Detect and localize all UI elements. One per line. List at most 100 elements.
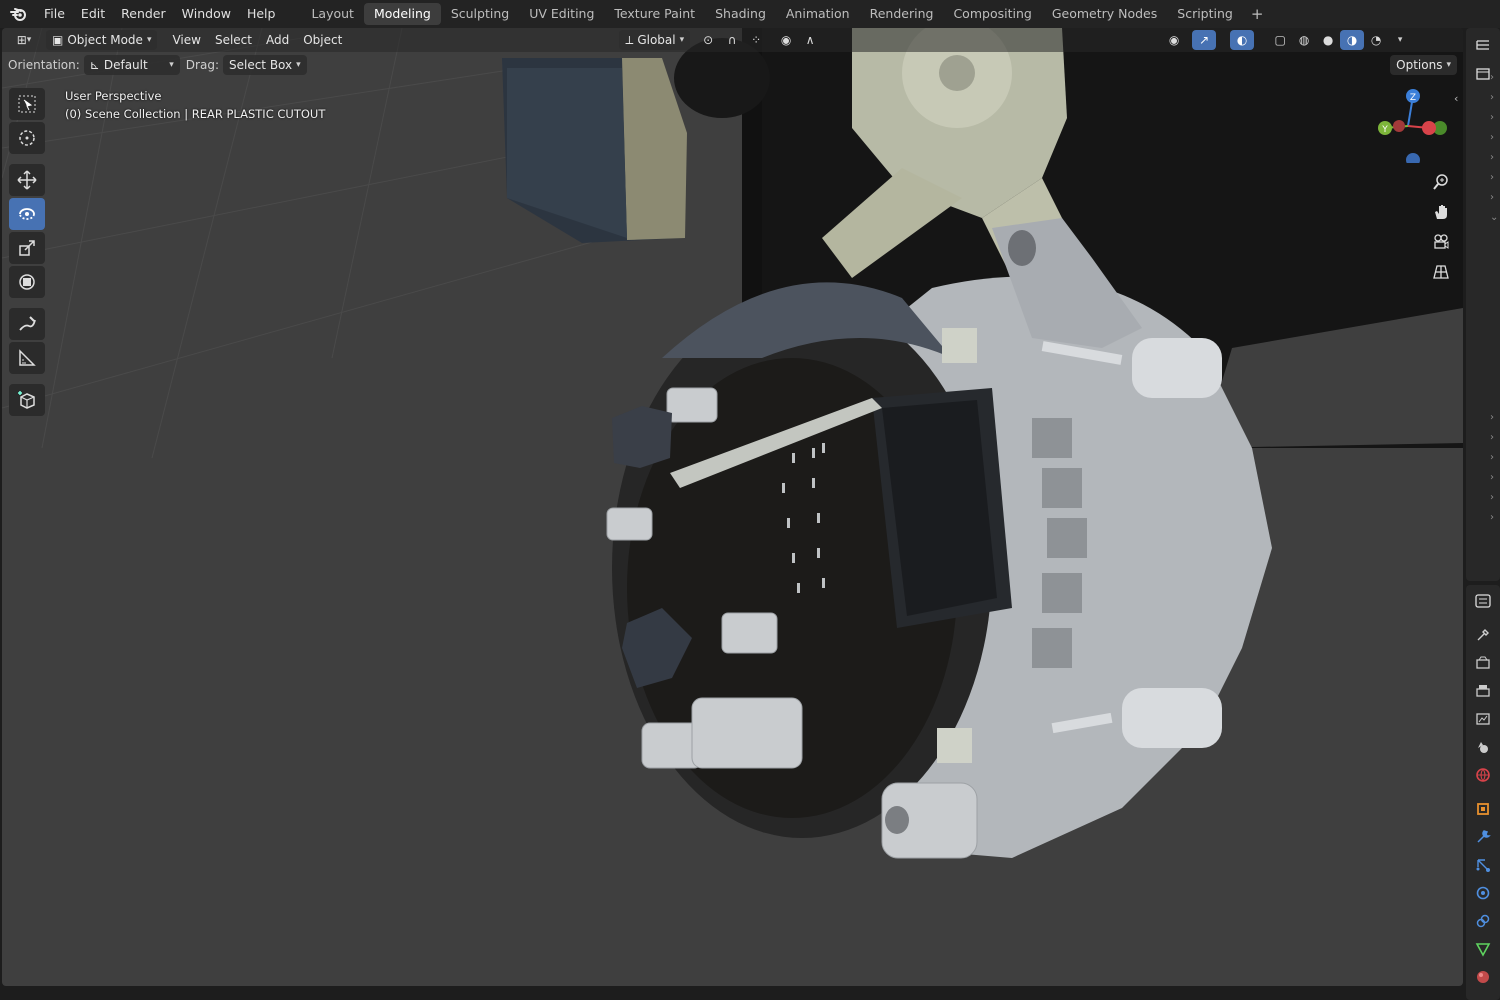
cursor-icon[interactable]: [9, 122, 45, 154]
chevron-down-icon: ▾: [169, 60, 174, 70]
scale-icon[interactable]: [9, 232, 45, 264]
viewport-header: ⊞ ▾ ▣ Object Mode ▾ View Select Add Objec…: [2, 28, 1463, 52]
orientation-value: Default: [103, 58, 148, 72]
shading-options-icon[interactable]: ▾: [1388, 30, 1412, 50]
orientation-field-label: Orientation:: [8, 58, 80, 72]
falloff-icon[interactable]: ∧: [798, 30, 822, 50]
scene-render: [2, 28, 1463, 859]
pivot-point-icon[interactable]: ⊙: [696, 30, 720, 50]
tab-sculpting[interactable]: Sculpting: [441, 3, 519, 25]
gizmo-toggle-icon[interactable]: ↗: [1192, 30, 1217, 50]
camera-view-icon[interactable]: [1427, 228, 1455, 256]
mode-label: Object Mode: [67, 33, 143, 47]
orientation-icon: ⟂: [625, 33, 634, 47]
material-shading-icon[interactable]: ◑: [1340, 30, 1365, 50]
tab-modeling[interactable]: Modeling: [363, 3, 441, 25]
tool-shelf: [9, 86, 49, 418]
chevron-down-icon: ▾: [296, 60, 301, 70]
tab-shading[interactable]: Shading: [705, 3, 776, 25]
menu-help[interactable]: Help: [239, 3, 284, 25]
constraints-properties-icon[interactable]: [1468, 907, 1498, 935]
menu-add[interactable]: Add: [259, 30, 296, 50]
physics-properties-icon[interactable]: [1468, 879, 1498, 907]
measure-icon[interactable]: [9, 342, 45, 374]
tool-properties-icon[interactable]: [1468, 621, 1498, 649]
pan-hand-icon[interactable]: [1427, 198, 1455, 226]
add-workspace-icon[interactable]: +: [1243, 5, 1272, 23]
menu-file[interactable]: File: [36, 3, 73, 25]
outliner-expand-arrows: › › › › › › › ⌄ › › › › › ›: [1490, 72, 1499, 523]
tab-texture-paint[interactable]: Texture Paint: [604, 3, 705, 25]
3d-viewport[interactable]: ⊞ ▾ ▣ Object Mode ▾ View Select Add Objec…: [2, 28, 1463, 986]
xray-icon[interactable]: ▢: [1268, 30, 1292, 50]
properties-editor-icon[interactable]: [1468, 587, 1498, 615]
object-properties-icon[interactable]: [1468, 795, 1498, 823]
navigation-gizmo[interactable]: Z Y: [1372, 83, 1452, 167]
tab-compositing[interactable]: Compositing: [943, 3, 1041, 25]
drag-field-label: Drag:: [185, 58, 219, 72]
status-bar: [0, 988, 1465, 1000]
tab-animation[interactable]: Animation: [776, 3, 860, 25]
collapse-sidebar-icon[interactable]: ‹: [1454, 92, 1458, 105]
snap-target-icon[interactable]: ⁘: [744, 30, 768, 50]
proportional-edit-icon[interactable]: ◉: [774, 30, 798, 50]
tab-uv-editing[interactable]: UV Editing: [519, 3, 604, 25]
blender-logo-icon[interactable]: [8, 3, 30, 25]
particles-properties-icon[interactable]: [1468, 851, 1498, 879]
editor-type-icon[interactable]: ⊞ ▾: [8, 30, 40, 50]
menu-object[interactable]: Object: [296, 30, 349, 50]
tab-geometry-nodes[interactable]: Geometry Nodes: [1042, 3, 1167, 25]
perspective-grid-icon[interactable]: [1427, 258, 1455, 286]
options-dropdown[interactable]: Options ▾: [1390, 55, 1457, 75]
material-properties-icon[interactable]: [1468, 963, 1498, 991]
tab-rendering[interactable]: Rendering: [860, 3, 944, 25]
render-properties-icon[interactable]: [1468, 649, 1498, 677]
rendered-shading-icon[interactable]: ◔: [1364, 30, 1388, 50]
menu-render[interactable]: Render: [113, 3, 174, 25]
perspective-label: User Perspective: [65, 89, 162, 103]
menu-window[interactable]: Window: [174, 3, 239, 25]
move-icon[interactable]: [9, 164, 45, 196]
z-axis-label: Z: [1410, 93, 1416, 103]
tool-settings-header: Orientation: ⊾ Default ▾ Drag: Select Bo…: [2, 53, 1463, 77]
world-properties-icon[interactable]: [1468, 761, 1498, 789]
properties-panel: [1466, 585, 1500, 1000]
tab-scripting[interactable]: Scripting: [1167, 3, 1243, 25]
viewport-info: User Perspective (0) Scene Collection | …: [65, 87, 325, 123]
top-bar: File Edit Render Window Help Layout Mode…: [0, 0, 1500, 28]
workspace-tabs: Layout Modeling Sculpting UV Editing Tex…: [301, 0, 1271, 28]
wireframe-shading-icon[interactable]: ◍: [1292, 30, 1316, 50]
view-layer-properties-icon[interactable]: [1468, 705, 1498, 733]
orientation-dropdown[interactable]: ⊾ Default ▾: [83, 55, 180, 75]
data-properties-icon[interactable]: [1468, 935, 1498, 963]
scene-properties-icon[interactable]: [1468, 733, 1498, 761]
options-label: Options: [1396, 58, 1443, 72]
axes-icon: ⊾: [89, 58, 100, 72]
solid-shading-icon[interactable]: ●: [1316, 30, 1340, 50]
menu-select[interactable]: Select: [208, 30, 259, 50]
visibility-icon[interactable]: ◉: [1162, 30, 1186, 50]
transform-orientation-dropdown[interactable]: ⟂ Global ▾: [619, 30, 691, 50]
annotate-icon[interactable]: [9, 308, 45, 340]
object-mode-icon: ▣: [52, 33, 64, 47]
menu-view[interactable]: View: [165, 30, 207, 50]
drag-dropdown[interactable]: Select Box ▾: [222, 55, 307, 75]
tab-layout[interactable]: Layout: [301, 3, 364, 25]
outliner-editor-icon[interactable]: [1468, 32, 1498, 60]
collection-label: (0) Scene Collection | REAR PLASTIC CUTO…: [65, 107, 326, 121]
orientation-label: Global: [637, 33, 676, 47]
modifier-properties-icon[interactable]: [1468, 823, 1498, 851]
add-cube-icon[interactable]: [9, 384, 45, 416]
menu-edit[interactable]: Edit: [73, 3, 113, 25]
mode-dropdown[interactable]: ▣ Object Mode ▾: [46, 30, 158, 50]
output-properties-icon[interactable]: [1468, 677, 1498, 705]
transform-icon[interactable]: [9, 266, 45, 298]
chevron-down-icon: ▾: [679, 35, 685, 45]
overlay-toggle-icon[interactable]: ◐: [1230, 30, 1255, 50]
chevron-down-icon: ▾: [1446, 60, 1451, 70]
drag-value: Select Box: [228, 58, 293, 72]
zoom-icon[interactable]: [1427, 168, 1455, 196]
snap-icon[interactable]: ∩: [720, 30, 744, 50]
rotate-icon[interactable]: [9, 198, 45, 230]
select-box-icon[interactable]: [9, 88, 45, 120]
